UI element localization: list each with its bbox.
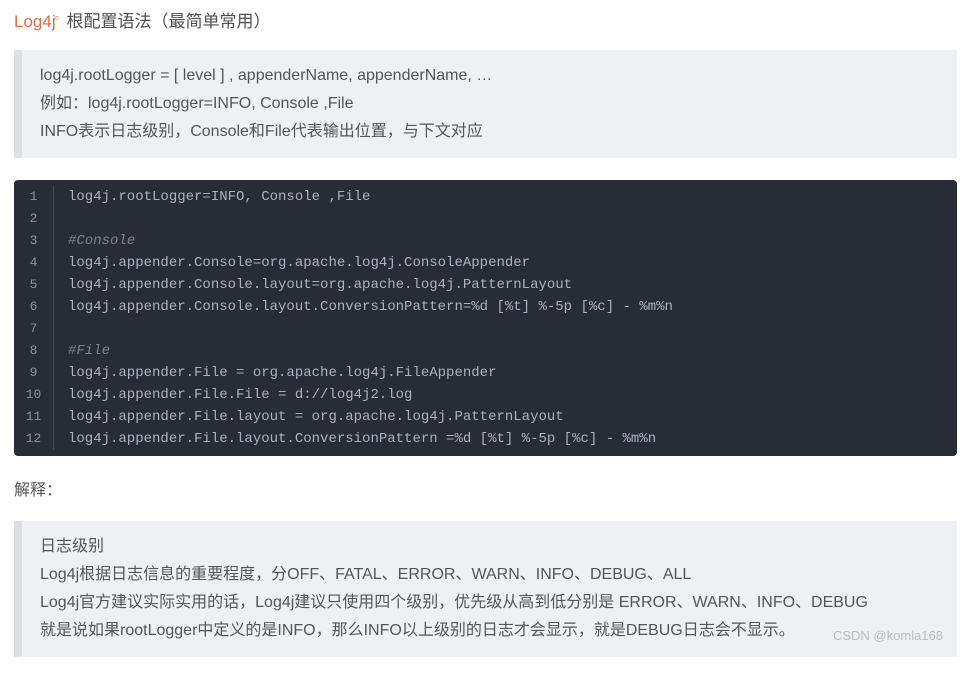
code-line: 9log4j.appender.File = org.apache.log4j.… [14,362,957,384]
line-content: log4j.appender.File = org.apache.log4j.F… [54,362,496,384]
line-number: 2 [14,208,54,230]
article-body: Log4j⌕ 根配置语法（最简单常用） log4j.rootLogger = [… [14,8,957,657]
code-line: 5log4j.appender.Console.layout=org.apach… [14,274,957,296]
line-content: log4j.appender.Console.layout=org.apache… [54,274,572,296]
code-line: 3#Console [14,230,957,252]
line-content: log4j.appender.Console.layout.Conversion… [54,296,673,318]
explanation-line: Log4j根据日志信息的重要程度，分OFF、FATAL、ERROR、WARN、I… [40,561,939,589]
line-content: log4j.appender.File.layout.ConversionPat… [54,428,656,450]
line-number: 7 [14,318,54,340]
line-number: 5 [14,274,54,296]
code-line: 7 [14,318,957,340]
line-content: #Console [54,230,135,252]
line-content: log4j.appender.Console=org.apache.log4j.… [54,252,530,274]
explanation-line: 就是说如果rootLogger中定义的是INFO，那么INFO以上级别的日志才会… [40,617,939,645]
code-line: 12log4j.appender.File.layout.ConversionP… [14,428,957,450]
line-number: 1 [14,186,54,208]
watermark: CSDN @komla168 [833,626,943,647]
line-content: log4j.appender.File.File = d://log4j2.lo… [54,384,412,406]
code-line: 4log4j.appender.Console=org.apache.log4j… [14,252,957,274]
explain-label: 解释： [14,478,957,504]
line-number: 9 [14,362,54,384]
explanation-blockquote: 日志级别 Log4j根据日志信息的重要程度，分OFF、FATAL、ERROR、W… [14,521,957,657]
line-number: 10 [14,384,54,406]
line-number: 11 [14,406,54,428]
code-line: 11log4j.appender.File.layout = org.apach… [14,406,957,428]
code-line: 6log4j.appender.Console.layout.Conversio… [14,296,957,318]
code-block: 1log4j.rootLogger=INFO, Console ,File23#… [14,180,957,456]
intro-line: INFO表示日志级别，Console和File代表输出位置，与下文对应 [40,118,939,146]
code-line: 2 [14,208,957,230]
code-line: 10log4j.appender.File.File = d://log4j2.… [14,384,957,406]
line-number: 4 [14,252,54,274]
code-line: 1log4j.rootLogger=INFO, Console ,File [14,186,957,208]
heading-keyword: Log4j [14,12,56,31]
explanation-line: 日志级别 [40,533,939,561]
line-number: 6 [14,296,54,318]
line-content: log4j.appender.File.layout = org.apache.… [54,406,564,428]
line-content: log4j.rootLogger=INFO, Console ,File [54,186,370,208]
section-heading: Log4j⌕ 根配置语法（最简单常用） [14,8,957,36]
line-content: #File [54,340,110,362]
line-number: 3 [14,230,54,252]
code-line: 8#File [14,340,957,362]
intro-line: log4j.rootLogger = [ level ] , appenderN… [40,62,939,90]
line-number: 8 [14,340,54,362]
intro-line: 例如：log4j.rootLogger=INFO, Console ,File [40,90,939,118]
search-icon: ⌕ [54,12,60,24]
heading-suffix: 根配置语法（最简单常用） [62,12,271,31]
intro-blockquote: log4j.rootLogger = [ level ] , appenderN… [14,50,957,158]
explanation-line: Log4j官方建议实际实用的话，Log4j建议只使用四个级别，优先级从高到低分别… [40,589,939,617]
line-number: 12 [14,428,54,450]
